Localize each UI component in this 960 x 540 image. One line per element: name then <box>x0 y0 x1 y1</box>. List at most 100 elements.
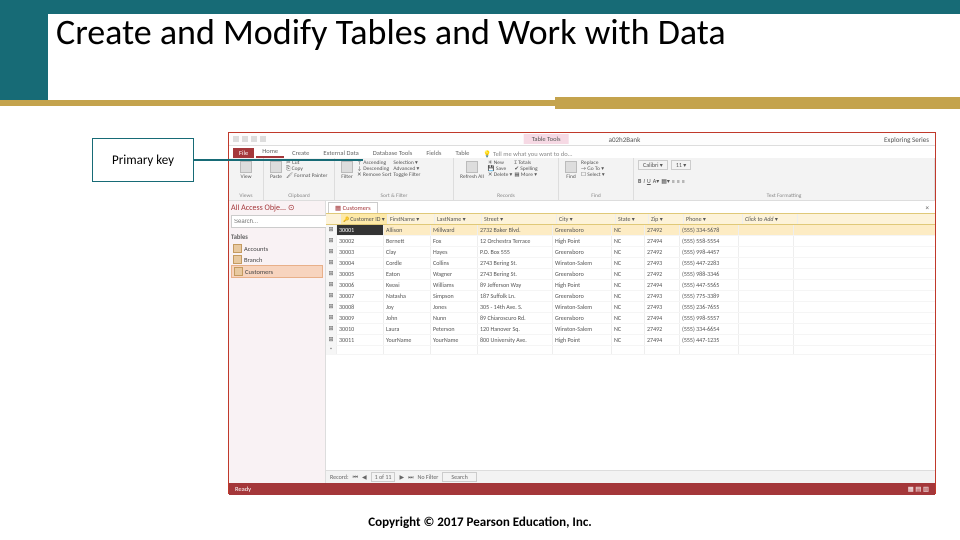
table-row[interactable]: ⊞30010LauraPeterson120 Hanover Sq.Winsto… <box>326 324 935 335</box>
nav-header[interactable]: All Access Obje... ⊙ <box>231 203 323 213</box>
group-records: Records <box>458 193 554 199</box>
status-bar: Ready ▦ ▤ ▥ <box>229 483 935 495</box>
more-button[interactable]: ▦ More ▾ <box>514 172 537 178</box>
contextual-tab-title: Table Tools <box>524 134 569 144</box>
tab-home[interactable]: Home <box>256 146 284 158</box>
select-button[interactable]: ☐ Select ▾ <box>581 172 605 178</box>
tab-table[interactable]: Table <box>449 148 475 158</box>
signin-name[interactable]: Exploring Series <box>884 135 929 144</box>
underline-button[interactable]: U <box>647 177 651 185</box>
group-clipboard: Clipboard <box>268 193 330 199</box>
table-row[interactable]: ⊞30005EatonWagner2743 Bering St.Greensbo… <box>326 269 935 280</box>
titlebar: Table Tools a02h2Bank Exploring Series <box>229 133 935 146</box>
col-state[interactable]: State ▾ <box>616 214 649 224</box>
datasheet-area: ▦ Customers × Customer ID ▾ FirstName ▾ … <box>326 201 935 483</box>
table-row[interactable]: ⊞30008JoyJones305 - 14th Ave. S.Winston-… <box>326 302 935 313</box>
find-button[interactable]: Find <box>563 160 579 181</box>
tab-database-tools[interactable]: Database Tools <box>367 148 419 158</box>
recnav-prev[interactable]: ◀ <box>362 473 367 481</box>
filename: a02h2Bank <box>609 135 641 144</box>
group-textfmt: Text Formatting <box>638 193 930 199</box>
group-sortfilter: Sort & Filter <box>339 193 449 199</box>
italic-button[interactable]: I <box>643 177 645 185</box>
refresh-all-button[interactable]: Refresh All <box>458 160 486 181</box>
recnav-last[interactable]: ⏭ <box>408 473 413 482</box>
access-window: Table Tools a02h2Bank Exploring Series F… <box>228 132 936 494</box>
align-center-button[interactable]: ≡ <box>677 177 680 185</box>
column-headers: Customer ID ▾ FirstName ▾ LastName ▾ Str… <box>326 213 935 225</box>
document-tab-customers[interactable]: ▦ Customers <box>328 202 378 213</box>
accent-line <box>0 100 555 106</box>
recnav-next[interactable]: ▶ <box>399 473 404 481</box>
delete-button[interactable]: ✕ Delete ▾ <box>488 172 512 178</box>
nav-item-branch[interactable]: Branch <box>231 254 323 265</box>
col-city[interactable]: City ▾ <box>557 214 616 224</box>
table-row[interactable]: ⊞30006KwasiWilliams89 Jefferson WayHigh … <box>326 280 935 291</box>
close-tab-button[interactable]: × <box>926 203 930 212</box>
nav-item-customers[interactable]: Customers <box>231 265 323 278</box>
col-street[interactable]: Street ▾ <box>482 214 557 224</box>
copy-button[interactable]: ⎘ Copy <box>286 166 327 173</box>
font-select[interactable]: Calibri ▾ <box>638 160 668 170</box>
table-icon <box>233 255 242 264</box>
new-row[interactable]: * <box>326 346 935 355</box>
table-row[interactable]: ⊞30004CordleCollins2743 Bering St.Winsto… <box>326 258 935 269</box>
table-icon <box>233 244 242 253</box>
font-size-select[interactable]: 11 ▾ <box>671 160 691 170</box>
ribbon: View Views Paste ✂ Cut ⎘ Copy 🖌 Format P… <box>229 158 935 201</box>
col-customer-id[interactable]: Customer ID ▾ <box>341 214 388 224</box>
recnav-position[interactable]: 1 of 11 <box>371 472 396 482</box>
group-find: Find <box>563 193 629 199</box>
tab-create[interactable]: Create <box>286 148 315 158</box>
filter-button[interactable]: Filter <box>339 160 355 181</box>
align-right-button[interactable]: ≡ <box>682 177 685 185</box>
table-icon <box>234 267 243 276</box>
recnav-nofilter: No Filter <box>417 473 438 481</box>
save-icon[interactable] <box>242 136 248 142</box>
table-row[interactable]: ⊞30001AllisonMillward2732 Baker Blvd.Gre… <box>326 225 935 236</box>
fill-color-button[interactable]: ▦▾ <box>661 177 670 185</box>
copyright: Copyright © 2017 Pearson Education, Inc. <box>0 515 960 530</box>
align-left-button[interactable]: ≡ <box>672 177 675 185</box>
col-zip[interactable]: Zip ▾ <box>649 214 684 224</box>
slide-title: Create and Modify Tables and Work with D… <box>56 10 726 54</box>
recnav-label: Record: <box>330 473 349 481</box>
record-navigator: Record: ⏮ ◀ 1 of 11 ▶ ⏭ No Filter Search <box>326 470 935 483</box>
font-color-button[interactable]: A▾ <box>653 177 659 185</box>
col-lastname[interactable]: LastName ▾ <box>435 214 482 224</box>
table-row[interactable]: ⊞30007NatashaSimpson187 Suffolk Ln.Green… <box>326 291 935 302</box>
accent-line-right <box>555 97 960 109</box>
datasheet-grid[interactable]: Customer ID ▾ FirstName ▾ LastName ▾ Str… <box>326 213 935 470</box>
format-painter-button[interactable]: 🖌 Format Painter <box>286 173 327 179</box>
col-click-to-add[interactable]: Click to Add ▾ <box>743 214 798 224</box>
ribbon-tabs: File Home Create External Data Database … <box>229 146 935 158</box>
callout-leader-line <box>193 159 363 161</box>
table-row[interactable]: ⊞30002BernettFox12 Orchestra TerraceHigh… <box>326 236 935 247</box>
nav-item-accounts[interactable]: Accounts <box>231 243 323 254</box>
view-button[interactable]: View <box>233 160 259 181</box>
remove-sort-button[interactable]: ✕ Remove Sort <box>357 172 391 178</box>
tab-file[interactable]: File <box>233 148 254 158</box>
paste-button[interactable]: Paste <box>268 160 284 181</box>
access-icon <box>233 136 239 142</box>
recnav-search[interactable]: Search <box>442 472 476 482</box>
navigation-pane: All Access Obje... ⊙ Tables Accounts Bra… <box>229 201 326 483</box>
primary-key-callout: Primary key <box>92 138 194 182</box>
tell-me-search[interactable]: 💡 Tell me what you want to do... <box>483 150 572 158</box>
table-row[interactable]: ⊞30011YourNameYourName800 University Ave… <box>326 335 935 346</box>
tab-fields[interactable]: Fields <box>420 148 447 158</box>
nav-tables-category[interactable]: Tables <box>231 233 323 241</box>
recnav-first[interactable]: ⏮ <box>353 473 358 482</box>
undo-icon[interactable] <box>251 136 257 142</box>
group-views: Views <box>233 193 259 199</box>
bold-button[interactable]: B <box>638 177 641 185</box>
redo-icon[interactable] <box>260 136 266 142</box>
view-shortcuts[interactable]: ▦ ▤ ▥ <box>908 485 929 493</box>
col-phone[interactable]: Phone ▾ <box>684 214 743 224</box>
tab-external-data[interactable]: External Data <box>317 148 364 158</box>
nav-search[interactable] <box>231 215 329 228</box>
table-row[interactable]: ⊞30003ClayHayesP.O. Box 555GreensboroNC2… <box>326 247 935 258</box>
toggle-filter-button[interactable]: Toggle Filter <box>393 172 420 178</box>
col-firstname[interactable]: FirstName ▾ <box>388 214 435 224</box>
table-row[interactable]: ⊞30009JohnNunn89 Chiaroscuro Rd.Greensbo… <box>326 313 935 324</box>
